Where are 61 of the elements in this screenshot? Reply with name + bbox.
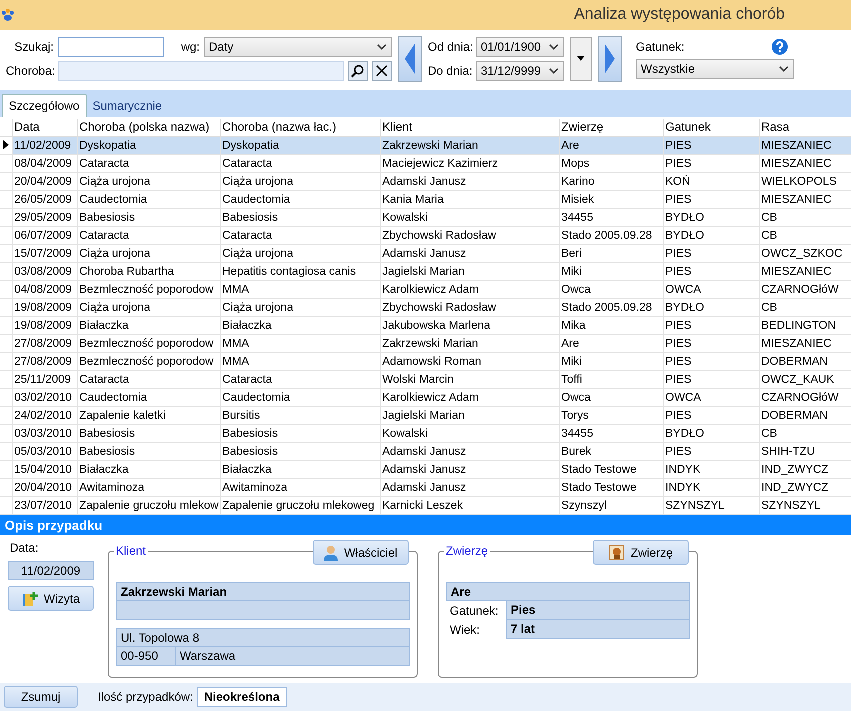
window-title: Analiza występowania chorób (574, 6, 785, 24)
column-header[interactable]: Choroba (polska nazwa) (77, 118, 220, 137)
to-date-picker[interactable]: 31/12/9999 (476, 60, 564, 81)
animal-legend: Zwierzę (444, 544, 490, 558)
help-icon[interactable] (772, 38, 788, 55)
disease-label: Choroba: (6, 64, 54, 78)
caret-icon (549, 68, 559, 74)
right-arrow-icon (604, 44, 616, 74)
caret-icon (377, 44, 387, 50)
age-label: Wiek: (449, 622, 481, 637)
left-arrow-icon (404, 44, 416, 74)
age-field: 7 lat (506, 620, 690, 640)
from-date-picker[interactable]: 01/01/1900 (476, 36, 564, 57)
date-field: 11/02/2009 (8, 561, 94, 580)
column-header[interactable]: Zwierzę (559, 118, 663, 137)
column-header[interactable]: Data (12, 118, 77, 137)
disease-field[interactable] (58, 60, 344, 81)
caret-icon (779, 66, 789, 72)
owner-button[interactable]: Właściciel (313, 540, 409, 566)
search-icon (351, 64, 365, 78)
search-button[interactable] (348, 60, 368, 81)
date-label: Data: (9, 541, 40, 556)
previous-button[interactable] (398, 36, 422, 82)
clear-button[interactable] (372, 60, 392, 81)
visit-button[interactable]: Wizyta (8, 586, 94, 612)
species-dropdown[interactable]: Wszystkie (636, 58, 794, 79)
animal-button[interactable]: Zwierzę (593, 540, 689, 566)
row-pointer-icon (3, 140, 9, 150)
sum-button[interactable]: Zsumuj (4, 686, 78, 708)
tab[interactable]: Sumarycznie (86, 96, 168, 117)
species-label: Gatunek: (636, 40, 685, 54)
species-field: Pies (506, 601, 690, 620)
caret-icon (549, 44, 559, 50)
count-label: Ilość przypadków: (98, 690, 194, 704)
section-header: Opis przypadku (0, 515, 851, 536)
search-label: Szukaj: (14, 40, 54, 54)
tab[interactable]: Szczegółowo (2, 94, 87, 117)
animal-name-field: Are (446, 582, 690, 602)
caret-icon (577, 56, 585, 62)
search-field[interactable] (58, 36, 164, 57)
postcode-field: 00-950 (116, 647, 176, 666)
from-date-label: Od dnia: (428, 40, 472, 54)
to-date-label: Do dnia: (428, 64, 472, 78)
count-value: Nieokreślona (197, 687, 287, 708)
column-header[interactable]: Rasa (759, 118, 851, 137)
book-plus-icon (22, 590, 38, 607)
column-header[interactable]: Klient (380, 118, 559, 137)
column-header[interactable]: Choroba (nazwa łac.) (220, 118, 380, 137)
client-legend: Klient (114, 544, 148, 558)
street-field: Ul. Topolowa 8 (116, 628, 410, 648)
by-label: wg: (180, 40, 200, 54)
close-icon (375, 64, 389, 78)
person-icon (324, 544, 338, 561)
sort-dropdown[interactable]: Daty (204, 36, 392, 57)
paw-logo-icon (0, 8, 16, 22)
next-button[interactable] (598, 36, 622, 82)
column-header[interactable]: Gatunek (663, 118, 759, 137)
period-dropdown-button[interactable] (570, 36, 592, 81)
client-name-field: Zakrzewski Marian (116, 582, 410, 602)
species-label: Gatunek: (449, 604, 500, 618)
city-field: Warszawa (176, 647, 410, 666)
